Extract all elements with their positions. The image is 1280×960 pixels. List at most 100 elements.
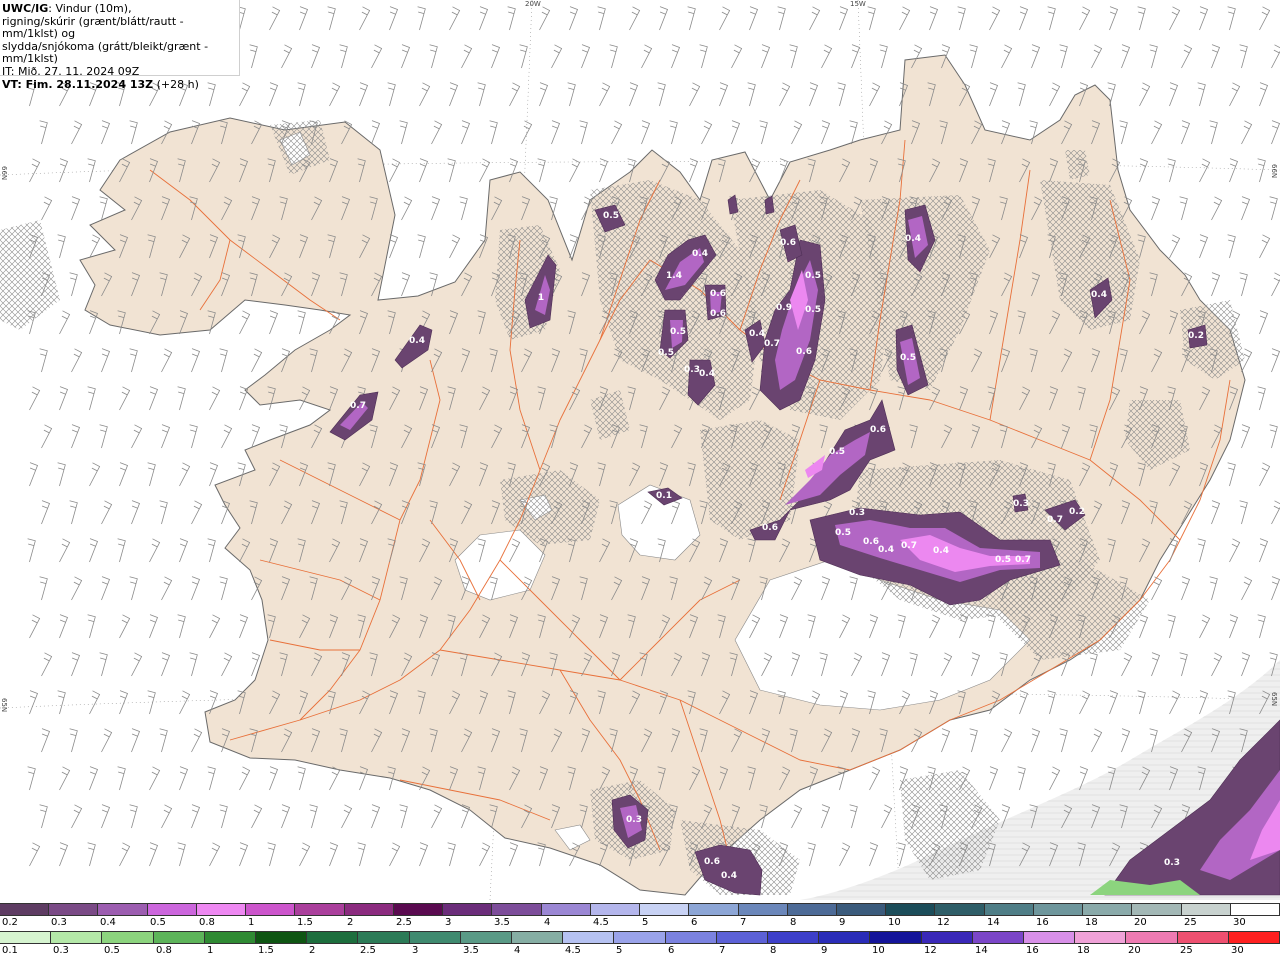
precip-value-label: 0.6 (710, 309, 726, 319)
legend-label: 7 (740, 917, 747, 928)
legend-swatch (716, 932, 769, 943)
legend-swatch (640, 904, 690, 915)
legend-label: 18 (1077, 945, 1090, 956)
legend-swatch (409, 932, 461, 943)
legend-label: 0.5 (104, 945, 120, 956)
legend-swatch (819, 932, 871, 943)
legend-label: 10 (872, 945, 885, 956)
legend-swatch (935, 904, 985, 915)
precip-value-label: 0.5 (805, 271, 821, 281)
precip-value-label: 0.7 (764, 339, 780, 349)
legend-swatch (492, 904, 542, 915)
legend-swatch (204, 932, 257, 943)
legend-swatch (1177, 932, 1229, 943)
legend-swatch (0, 932, 52, 943)
legend-label: 0.8 (199, 917, 215, 928)
legend-swatch (1181, 904, 1231, 915)
legend-label: 20 (1128, 945, 1141, 956)
legend-swatch (256, 932, 308, 943)
legend-swatch (1126, 932, 1178, 943)
legend-swatch (563, 932, 615, 943)
legend-label: 30 (1231, 945, 1244, 956)
legend-label: 1 (248, 917, 255, 928)
valid-time: VT: Fim. 28.11.2024 13Z (2, 77, 154, 91)
legend-swatch (0, 904, 50, 915)
legend-label: 4.5 (593, 917, 609, 928)
legend-swatch (870, 932, 922, 943)
legend-swatch (98, 904, 148, 915)
precip-value-label: 0.5 (829, 447, 845, 457)
legend-label: 4 (544, 917, 551, 928)
legend-label: 1.5 (297, 917, 313, 928)
legend-swatch (1132, 904, 1182, 915)
precip-value-label: 0.4 (1091, 290, 1107, 300)
legend-label: 9 (821, 945, 828, 956)
legend-label: 16 (1036, 917, 1049, 928)
precip-value-label: 0.3 (684, 365, 700, 375)
legend-label: 12 (924, 945, 937, 956)
legend-swatch (196, 904, 247, 915)
legend-label: 14 (987, 917, 1000, 928)
legend-label: 7 (719, 945, 726, 956)
precip-value-label: 0.2 (1069, 507, 1085, 517)
model-name: UWC/IG (2, 2, 49, 15)
legend-swatch (665, 932, 717, 943)
legend-label: 3.5 (463, 945, 479, 956)
snow-legend-labels: 0.2 0.3 0.4 0.5 0.8 1 1.5 2 2.5 3 3.5 4 4.5 5 6 7 8 9 10 12… (0, 916, 1280, 930)
precip-value-label: 0.5 (900, 353, 916, 363)
legend-label: 12 (937, 917, 950, 928)
legend-swatch (49, 904, 99, 915)
legend-swatch (1230, 904, 1280, 915)
legend-label: 25 (1184, 917, 1197, 928)
legend-label: 10 (888, 917, 901, 928)
legend-swatch (51, 932, 103, 943)
legend-swatch (886, 904, 936, 915)
precip-value-label: 1 (538, 293, 544, 303)
precip-value-label: 0.4 (721, 871, 737, 881)
legend-label: 25 (1180, 945, 1193, 956)
precip-value-label: 0.6 (704, 857, 720, 867)
valid-time-line: VT: Fim. 28.11.2024 13Z (+28 h) (2, 77, 237, 92)
weather-map: 0.50.41.40.60.610.40.70.50.50.3 0.40.60.4… (0, 0, 1280, 900)
legend-swatch (1033, 904, 1084, 915)
legend-label: 3 (445, 917, 452, 928)
lat-label-65n-right: 65N (1270, 692, 1278, 707)
lon-label-15w: 15W (850, 0, 866, 8)
legend-label: 6 (691, 917, 698, 928)
lat-label-66n-right: 66N (1270, 164, 1278, 179)
legend-swatch (1024, 932, 1076, 943)
legend-swatch (738, 904, 788, 915)
legend-label: 2.5 (360, 945, 376, 956)
info-line1: : Vindur (10m), (48, 2, 132, 15)
legend-swatch (1075, 932, 1127, 943)
precip-value-label: 0.7 (350, 401, 366, 411)
precip-value-label: 0.7 (1047, 515, 1063, 525)
legend-label: 2 (309, 945, 316, 956)
legend-swatch (972, 932, 1025, 943)
precip-value-label: 0.6 (710, 289, 726, 299)
precip-value-label: 0.7 (901, 541, 917, 551)
precip-value-label: 0.6 (863, 537, 879, 547)
legend-label: 5 (642, 917, 649, 928)
lead-time: (+28 h) (153, 77, 199, 91)
legend-label: 8 (790, 917, 797, 928)
legend-swatch (984, 904, 1034, 915)
snow-legend-colorbar (0, 903, 1280, 916)
legend-swatch (147, 904, 197, 915)
legend-label: 18 (1085, 917, 1098, 928)
info-line2: rigning/skúrir (grænt/blátt/rautt - mm/1… (2, 14, 184, 41)
legend-swatch (102, 932, 154, 943)
legend-swatch (393, 904, 444, 915)
legend-swatch (358, 932, 410, 943)
legend-label: 0.3 (53, 945, 69, 956)
legend-swatch (1228, 932, 1280, 943)
lon-label-20w: 20W (525, 0, 541, 8)
legend-label: 0.1 (2, 945, 18, 956)
lat-label-66n-left: 66N (0, 166, 8, 181)
legend-label: 0.3 (51, 917, 67, 928)
legend-label: 0.2 (2, 917, 18, 928)
rain-legend: 0.1 0.3 0.5 0.8 1 1.5 2 2.5 3 3.5 4 4.5 5 6 7 8 9 10 12 14 1… (0, 931, 1280, 959)
precip-value-label: 0.4 (699, 369, 715, 379)
lat-label-65n-left: 65N (0, 698, 8, 713)
legend-label: 30 (1233, 917, 1246, 928)
